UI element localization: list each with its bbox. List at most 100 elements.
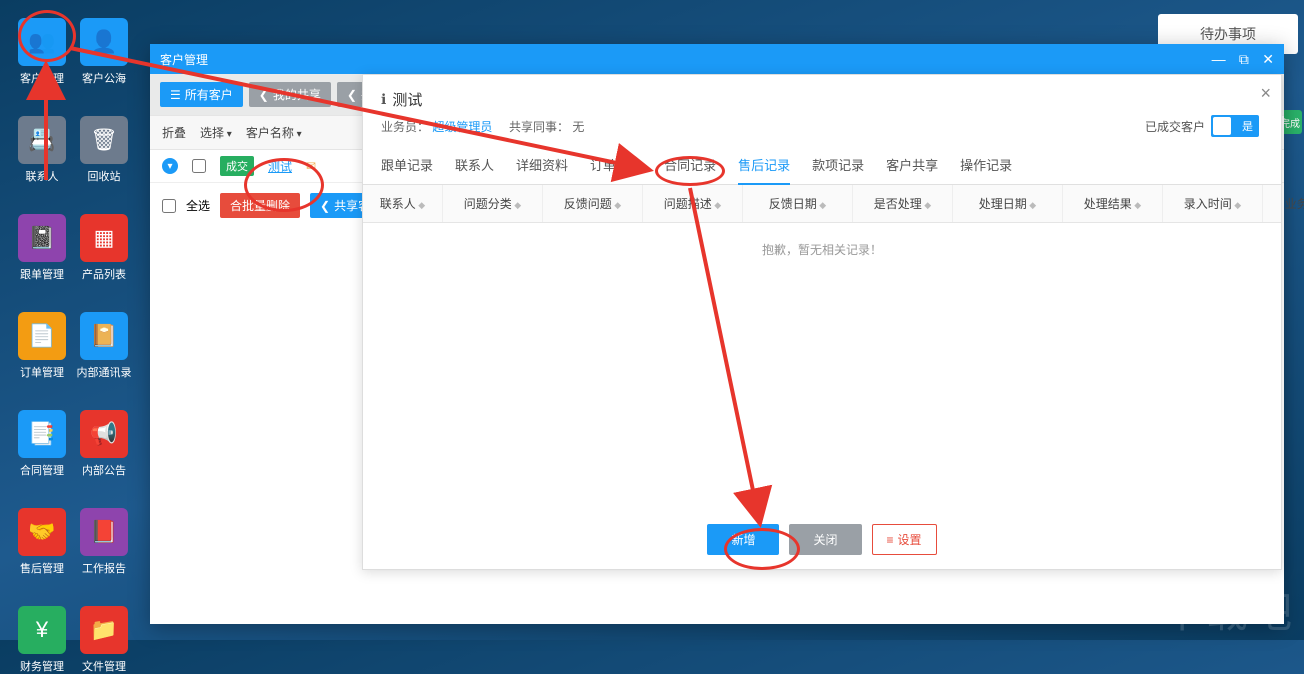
salesman-value[interactable]: 超级管理员 bbox=[432, 120, 492, 134]
detail-close-button[interactable]: × bbox=[1260, 83, 1271, 104]
share-colleague-label: 共享同事： bbox=[509, 120, 569, 134]
salesman-label: 业务员： bbox=[381, 120, 429, 134]
window-controls: — ⧉ ✕ bbox=[1202, 51, 1274, 68]
tab-6[interactable]: 款项记录 bbox=[812, 155, 864, 184]
status-badge: 成交 bbox=[220, 156, 254, 176]
desktop-icon-label: 工作报告 bbox=[82, 560, 126, 576]
desktop-icon-files[interactable]: 📁 文件管理 bbox=[80, 606, 128, 674]
batch-delete-button[interactable]: 合批量删除 bbox=[220, 193, 300, 218]
tab-7[interactable]: 客户共享 bbox=[886, 155, 938, 184]
desktop-icon-label: 跟单管理 bbox=[20, 266, 64, 282]
products-icon: ▦ bbox=[80, 214, 128, 262]
desktop-icon-aftersale[interactable]: 🤝 售后管理 bbox=[18, 508, 66, 576]
desktop-icon-contracts[interactable]: 📑合同管理 bbox=[18, 410, 66, 478]
tab-5[interactable]: 售后记录 bbox=[738, 155, 790, 184]
followup-icon: 📓 bbox=[18, 214, 66, 262]
tab-3[interactable]: 订单记录 bbox=[590, 155, 642, 184]
tab-2[interactable]: 详细资料 bbox=[516, 155, 568, 184]
watermark: 下载吧 bbox=[1162, 579, 1294, 640]
col-header[interactable]: 处理结果 bbox=[1063, 185, 1163, 222]
desktop-icon-products[interactable]: ▦ 产品列表 bbox=[80, 214, 128, 282]
finance-icon: ¥ bbox=[18, 606, 66, 654]
customer-detail-panel: × ℹ 测试 业务员： 超级管理员 共享同事： 无 已成交客户 是 跟单记录联系… bbox=[362, 74, 1282, 570]
name-header[interactable]: 客户名称 bbox=[246, 124, 302, 141]
desktop-icon-label: 产品列表 bbox=[82, 266, 126, 282]
desktop-icon-contacts[interactable]: 📇 联系人 bbox=[18, 116, 66, 184]
info-icon: ℹ bbox=[381, 91, 386, 108]
detail-title: 测试 bbox=[392, 89, 422, 110]
desktop-icon-label: 订单管理 bbox=[20, 364, 64, 380]
deal-toggle-label: 已成交客户 bbox=[1145, 118, 1205, 135]
todo-title: 待办事项 bbox=[1200, 24, 1256, 44]
detail-table-header: 联系人问题分类反馈问题问题描述反馈日期是否处理处理日期处理结果录入时间业务员管理 bbox=[363, 185, 1281, 223]
files-icon: 📁 bbox=[80, 606, 128, 654]
select-all-label: 全选 bbox=[186, 197, 210, 214]
desktop-icon-customer-pool[interactable]: 👤 客户公海 bbox=[80, 18, 128, 86]
col-header[interactable]: 反馈问题 bbox=[543, 185, 643, 222]
desktop-icon-label: 文件管理 bbox=[82, 658, 126, 674]
select-all-checkbox[interactable] bbox=[162, 199, 176, 213]
desktop-icon-reports[interactable]: 📕 工作报告 bbox=[80, 508, 128, 576]
col-header[interactable]: 处理日期 bbox=[953, 185, 1063, 222]
directory-icon: 📔 bbox=[80, 312, 128, 360]
desktop-icon-label: 客户公海 bbox=[82, 70, 126, 86]
close-panel-button[interactable]: 关闭 bbox=[789, 524, 861, 555]
desktop-icon-label: 内部通讯录 bbox=[77, 364, 132, 380]
desktop-icon-label: 财务管理 bbox=[20, 658, 64, 674]
my-share-button[interactable]: ❮ 我的共享 bbox=[249, 82, 331, 107]
tab-0[interactable]: 跟单记录 bbox=[381, 155, 433, 184]
aftersale-icon: 🤝 bbox=[18, 508, 66, 556]
desktop-icon-recycle-bin[interactable]: 🗑回收站 bbox=[80, 116, 128, 184]
empty-message: 抱歉，暂无相关记录！ bbox=[363, 223, 1281, 276]
window-titlebar: 客户管理 — ⧉ ✕ bbox=[150, 44, 1284, 74]
desktop-icon-grid: 👥 客户管理 👤 客户公海 📇 联系人 🗑回收站 📓 跟单管理 ▦ 产品列表 📄订单管理 📔内部通讯录 📑… bbox=[18, 18, 128, 674]
detail-tabs: 跟单记录联系人详细资料订单记录合同记录售后记录款项记录客户共享操作记录 bbox=[363, 141, 1281, 185]
desktop-icon-label: 联系人 bbox=[26, 168, 59, 184]
desktop-icon-label: 客户管理 bbox=[20, 70, 64, 86]
collapse-header[interactable]: 折叠 bbox=[162, 124, 186, 141]
detail-footer: 新增 关闭 ≡ 设置 bbox=[363, 510, 1281, 569]
desktop-icon-orders[interactable]: 📄订单管理 bbox=[18, 312, 66, 380]
mail-icon[interactable]: ✉ bbox=[306, 159, 316, 173]
col-header[interactable]: 是否处理 bbox=[853, 185, 953, 222]
contacts-icon: 📇 bbox=[18, 116, 66, 164]
add-button[interactable]: 新增 bbox=[707, 524, 779, 555]
col-header[interactable]: 业务员 bbox=[1263, 185, 1304, 222]
desktop-icon-announce[interactable]: 📢内部公告 bbox=[80, 410, 128, 478]
col-header[interactable]: 录入时间 bbox=[1163, 185, 1263, 222]
contracts-icon: 📑 bbox=[18, 410, 66, 458]
desktop-icon-finance[interactable]: ¥ 财务管理 bbox=[18, 606, 66, 674]
customer-manage-icon: 👥 bbox=[18, 18, 66, 66]
desktop-icon-label: 售后管理 bbox=[20, 560, 64, 576]
customer-name-link[interactable]: 测试 bbox=[268, 158, 292, 175]
close-button[interactable]: ✕ bbox=[1262, 51, 1274, 67]
col-header[interactable]: 问题分类 bbox=[443, 185, 543, 222]
maximize-button[interactable]: ⧉ bbox=[1239, 51, 1249, 67]
share-icon: ❮ bbox=[347, 88, 357, 102]
share-colleague-value: 无 bbox=[572, 120, 584, 134]
reports-icon: 📕 bbox=[80, 508, 128, 556]
minimize-button[interactable]: — bbox=[1212, 51, 1226, 67]
list-icon: ☰ bbox=[170, 88, 181, 102]
desktop-icon-followup[interactable]: 📓 跟单管理 bbox=[18, 214, 66, 282]
tab-8[interactable]: 操作记录 bbox=[960, 155, 1012, 184]
collapse-toggle[interactable]: ▾ bbox=[162, 158, 178, 174]
all-customers-button[interactable]: ☰ 所有客户 bbox=[160, 82, 243, 107]
settings-button[interactable]: ≡ 设置 bbox=[872, 524, 937, 555]
customer-pool-icon: 👤 bbox=[80, 18, 128, 66]
col-header[interactable]: 联系人 bbox=[363, 185, 443, 222]
desktop-icon-customer-manage[interactable]: 👥 客户管理 bbox=[18, 18, 66, 86]
share-icon: ❮ bbox=[320, 199, 330, 213]
deal-toggle[interactable]: 是 bbox=[1211, 115, 1259, 137]
window-title: 客户管理 bbox=[160, 51, 208, 68]
desktop-icon-directory[interactable]: 📔内部通讯录 bbox=[80, 312, 128, 380]
col-header[interactable]: 问题描述 bbox=[643, 185, 743, 222]
tab-1[interactable]: 联系人 bbox=[455, 155, 494, 184]
row-checkbox[interactable] bbox=[192, 159, 206, 173]
desktop-icon-label: 内部公告 bbox=[82, 462, 126, 478]
tab-4[interactable]: 合同记录 bbox=[664, 155, 716, 184]
select-header[interactable]: 选择 bbox=[200, 124, 232, 141]
settings-icon: ≡ bbox=[887, 533, 894, 547]
share-icon: ❮ bbox=[259, 88, 269, 102]
col-header[interactable]: 反馈日期 bbox=[743, 185, 853, 222]
